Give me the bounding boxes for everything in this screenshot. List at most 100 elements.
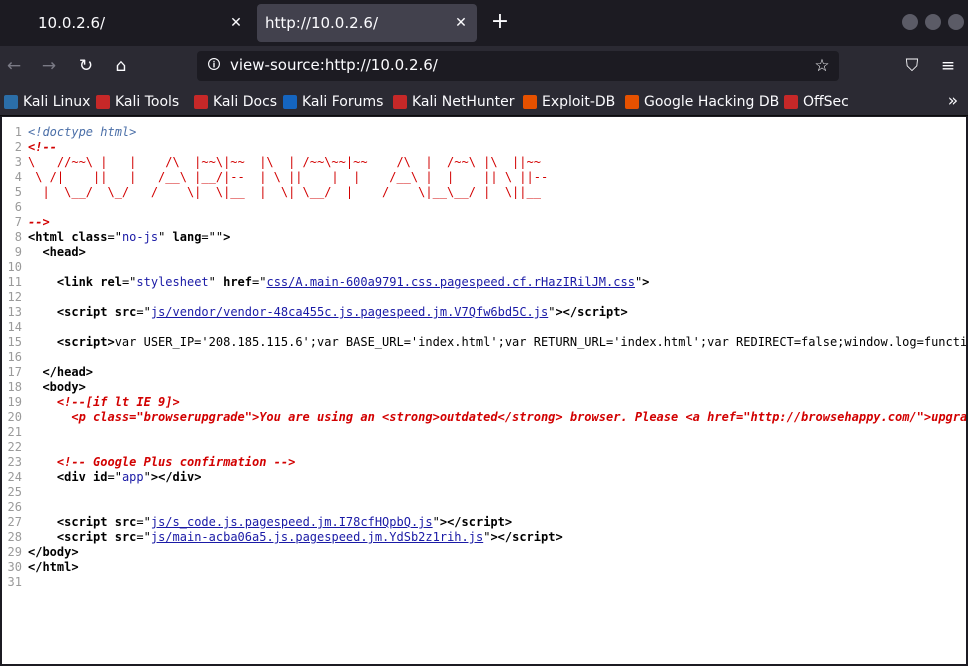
bookmark-kali-docs[interactable]: Kali Docs [194, 92, 277, 112]
line-number: 28 [7, 530, 22, 544]
source-line: 31 [2, 575, 966, 590]
bookmark-label: Kali Docs [213, 94, 278, 110]
source-code: <html class="no-js" lang=""> [28, 230, 231, 244]
home-icon[interactable]: ⌂ [109, 55, 133, 77]
source-code: <head> [42, 245, 86, 259]
line-number: 15 [7, 335, 22, 349]
line-number: 10 [7, 260, 22, 274]
line-number: 21 [7, 425, 22, 439]
source-link[interactable]: js/main-acba06a5.js.pagespeed.jm.YdSb2z1… [151, 530, 483, 544]
offsec-icon [784, 95, 798, 109]
source-code: --> [28, 215, 50, 229]
line-number: 18 [7, 380, 22, 394]
new-tab-button[interactable]: + [488, 10, 512, 34]
source-line: 3 \ //~~\ | | /\ |~~\|~~ |\ | /~~\~~|~~ /… [2, 155, 966, 170]
line-number: 2 [14, 140, 22, 154]
source-code: </head> [42, 365, 94, 379]
reload-icon[interactable]: ↻ [74, 55, 98, 77]
source-line: 2 <!-- [2, 140, 966, 155]
source-line: 14 [2, 320, 966, 335]
window-maximize-button[interactable] [925, 14, 941, 30]
source-line: 12 [2, 290, 966, 305]
chevron-right-double-icon[interactable]: » [944, 91, 962, 111]
pocket-icon[interactable]: ⛉ [900, 55, 924, 77]
source-link[interactable]: js/vendor/vendor-48ca455c.js.pagespeed.j… [151, 305, 548, 319]
bookmark-kali-linux[interactable]: Kali Linux [4, 92, 90, 112]
bookmark-kali-tools[interactable]: Kali Tools [96, 92, 179, 112]
source-code: <body> [42, 380, 86, 394]
source-code: <!doctype html> [28, 125, 137, 139]
source-line: 20 <p class="browserupgrade">You are usi… [2, 410, 966, 425]
bookmark-exploit-db[interactable]: Exploit-DB [523, 92, 615, 112]
back-arrow-icon[interactable]: ← [2, 55, 26, 77]
window-minimize-button[interactable] [902, 14, 918, 30]
exploit-db-icon [523, 95, 537, 109]
line-number: 3 [14, 155, 22, 169]
line-number: 4 [14, 170, 22, 184]
source-link[interactable]: css/A.main-600a9791.css.pagespeed.cf.rHa… [266, 275, 634, 289]
bookmark-star-icon[interactable]: ☆ [811, 55, 833, 77]
source-line: 1 <!doctype html> [2, 125, 966, 140]
source-code: <!--[if lt IE 9]> [56, 395, 180, 409]
window-close-button[interactable] [948, 14, 964, 30]
source-code: <script src="js/vendor/vendor-48ca455c.j… [56, 305, 628, 319]
close-icon[interactable]: ✕ [226, 13, 246, 33]
source-line: 5 | \__/ \_/ / \| \|__ | \| \__/ | / \|_… [2, 185, 966, 200]
line-number: 8 [14, 230, 22, 244]
google-hacking-db-icon [625, 95, 639, 109]
kali-dragon-icon [4, 95, 18, 109]
source-code: <link rel="stylesheet" href="css/A.main-… [56, 275, 650, 289]
line-number: 23 [7, 455, 22, 469]
source-code: </html> [28, 560, 79, 574]
source-line: 23 <!-- Google Plus confirmation --> [2, 455, 966, 470]
source-code: | \__/ \_/ / \| \|__ | \| \__/ | / \|__\… [28, 185, 541, 199]
line-number: 16 [7, 350, 22, 364]
kali-tools-icon [96, 95, 110, 109]
source-line: 27 <script src="js/s_code.js.pagespeed.j… [2, 515, 966, 530]
source-code: \ /| || | /__\ |__/|-- | \ || | | /__\ |… [28, 170, 549, 184]
bookmark-kali-forums[interactable]: Kali Forums [283, 92, 383, 112]
source-line: 10 [2, 260, 966, 275]
kali-docs-icon [194, 95, 208, 109]
source-line: 8 <html class="no-js" lang=""> [2, 230, 966, 245]
bookmark-google-hacking-db[interactable]: Google Hacking DB [625, 92, 779, 112]
source-line: 13 <script src="js/vendor/vendor-48ca455… [2, 305, 966, 320]
bookmarks-toolbar: Kali Linux Kali Tools Kali Docs Kali For… [0, 86, 968, 116]
navigation-toolbar: ← → ↻ ⌂ 🛈 view-source:http://10.0.2.6/ ☆… [0, 46, 968, 86]
line-number: 22 [7, 440, 22, 454]
source-line: 22 [2, 440, 966, 455]
line-number: 30 [7, 560, 22, 574]
bookmark-kali-nethunter[interactable]: Kali NetHunter [393, 92, 514, 112]
source-line: 6 [2, 200, 966, 215]
tab-2-active[interactable]: http://10.0.2.6/ ✕ [257, 4, 477, 42]
bookmark-label: Exploit-DB [542, 94, 616, 110]
source-line: 25 [2, 485, 966, 500]
source-line: 4 \ /| || | /__\ |__/|-- | \ || | | /__\… [2, 170, 966, 185]
line-number: 7 [14, 215, 22, 229]
tab-1-label: 10.0.2.6/ [38, 14, 106, 32]
source-code: \ //~~\ | | /\ |~~\|~~ |\ | /~~\~~|~~ /\… [28, 155, 541, 169]
source-code: <script>var USER_IP='208.185.115.6';var … [56, 335, 966, 349]
source-line: 11 <link rel="stylesheet" href="css/A.ma… [2, 275, 966, 290]
url-bar[interactable]: 🛈 view-source:http://10.0.2.6/ ☆ [197, 51, 839, 81]
line-number: 31 [7, 575, 22, 589]
forward-arrow-icon[interactable]: → [37, 55, 61, 77]
line-number: 24 [7, 470, 22, 484]
page-info-icon[interactable]: 🛈 [205, 57, 223, 75]
bookmark-label: OffSec [803, 94, 849, 110]
line-number: 1 [14, 125, 22, 139]
close-icon[interactable]: ✕ [451, 13, 471, 33]
source-line: 30 </html> [2, 560, 966, 575]
source-code: <div id="app"></div> [56, 470, 202, 484]
line-number: 27 [7, 515, 22, 529]
line-number: 6 [14, 200, 22, 214]
source-code: </body> [28, 545, 79, 559]
bookmark-offsec[interactable]: OffSec [784, 92, 849, 112]
line-number: 25 [7, 485, 22, 499]
url-text[interactable]: view-source:http://10.0.2.6/ [230, 56, 438, 74]
line-number: 20 [7, 410, 22, 424]
source-code: <script src="js/main-acba06a5.js.pagespe… [56, 530, 563, 544]
source-link[interactable]: js/s_code.js.pagespeed.jm.I78cfHQpbQ.js [151, 515, 433, 529]
menu-icon[interactable]: ≡ [936, 55, 960, 77]
tab-1[interactable]: 10.0.2.6/ ✕ [30, 4, 252, 42]
